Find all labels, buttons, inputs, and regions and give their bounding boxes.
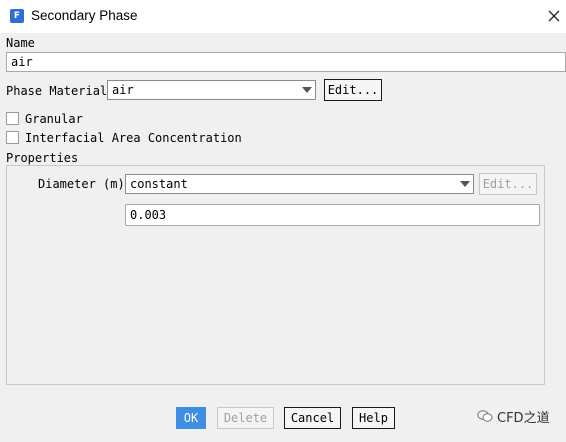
help-button[interactable]: Help — [352, 407, 395, 429]
granular-label: Granular — [25, 112, 83, 126]
window-title: Secondary Phase — [31, 8, 138, 23]
dialog-body: Name air Phase Material air Edit... Gran… — [0, 33, 566, 442]
name-input[interactable]: air — [6, 52, 566, 72]
phase-material-value: air — [112, 83, 134, 97]
properties-panel: Diameter (m) constant Edit... 0.003 — [6, 165, 545, 385]
chevron-down-icon — [302, 87, 312, 93]
name-label: Name — [6, 36, 35, 50]
interfacial-area-label: Interfacial Area Concentration — [25, 131, 242, 145]
close-icon[interactable] — [545, 6, 563, 26]
phase-material-label: Phase Material — [6, 84, 108, 98]
diameter-label: Diameter (m) — [38, 177, 125, 191]
watermark: CFD之道 — [473, 406, 563, 426]
phase-material-edit-button[interactable]: Edit... — [324, 79, 382, 101]
app-icon: F — [10, 9, 24, 23]
granular-checkbox[interactable] — [6, 112, 19, 125]
phase-material-dropdown[interactable]: air — [107, 80, 316, 100]
title-bar: F Secondary Phase — [0, 0, 566, 33]
interfacial-area-checkbox[interactable] — [6, 131, 19, 144]
diameter-method-dropdown[interactable]: constant — [125, 174, 474, 194]
chevron-down-icon — [460, 181, 470, 187]
diameter-edit-button[interactable]: Edit... — [479, 173, 537, 195]
diameter-method-value: constant — [130, 177, 188, 191]
diameter-value-input[interactable]: 0.003 — [125, 204, 540, 226]
wechat-icon — [477, 410, 493, 422]
ok-button[interactable]: OK — [176, 407, 206, 429]
watermark-text: CFD之道 — [497, 411, 550, 426]
cancel-button[interactable]: Cancel — [284, 407, 341, 429]
properties-label: Properties — [6, 151, 79, 165]
delete-button[interactable]: Delete — [217, 407, 274, 429]
